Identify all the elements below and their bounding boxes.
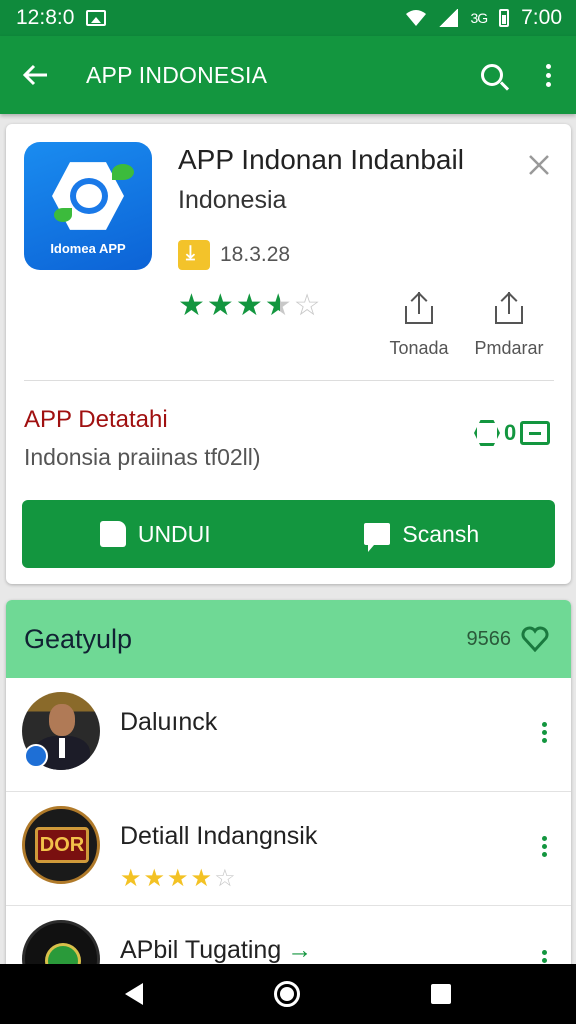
app-publisher[interactable]: Indonesia	[178, 186, 286, 215]
star-icon: ★	[120, 865, 142, 892]
message-icon	[520, 421, 551, 445]
nav-back-icon[interactable]	[125, 983, 144, 1005]
share-label-1: Tonada	[389, 338, 449, 358]
network-type-label: 3G	[470, 10, 488, 26]
star-icon: ★	[190, 865, 213, 892]
app-name: APP Indonan Indanbail	[178, 144, 464, 175]
details-badge-value: 0	[504, 420, 517, 445]
list-item-title-group: APbil Tugating →	[120, 936, 312, 965]
section-header: Geatyulp 9566	[6, 600, 571, 678]
more-options-button[interactable]	[520, 36, 576, 114]
install-button-label: UNDUI	[137, 520, 211, 547]
download-count: 18.3.28	[220, 243, 291, 266]
star-icon: ★	[167, 865, 189, 892]
photo-notification-icon	[86, 10, 107, 26]
related-section-card: Geatyulp 9566 Daluınck DOR Detiall Indan…	[6, 600, 571, 980]
share-button-2[interactable]: Pmdarar	[464, 292, 554, 359]
signal-icon	[438, 9, 459, 27]
verified-badge-icon	[24, 744, 48, 768]
app-bar: APP INDONESIA	[0, 36, 576, 114]
thumbs-up-icon	[99, 521, 126, 547]
status-bar: 12:8:0 3G 7:00	[0, 0, 576, 36]
app-icon-label: Idomea APP	[50, 241, 126, 256]
more-vert-icon[interactable]	[542, 722, 547, 743]
list-item-title: Detiall Indangnsik	[120, 822, 318, 850]
star-icon: ★	[178, 289, 205, 322]
star-icon: ★	[206, 289, 234, 322]
install-button[interactable]: UNDUI	[22, 500, 289, 568]
hexagon-icon	[474, 420, 500, 446]
app-info-card: Idomea APP APP Indonan Indanbail Indones…	[6, 124, 571, 584]
section-title: Geatyulp	[24, 623, 133, 654]
app-bar-title: APP INDONESIA	[86, 61, 268, 88]
nav-home-icon[interactable]	[273, 981, 300, 1007]
share-label-2: Pmdarar	[474, 338, 544, 358]
arrow-back-icon[interactable]	[0, 36, 72, 114]
search-icon	[481, 64, 503, 86]
scan-button[interactable]: Scansh	[289, 500, 556, 568]
download-count-row: 18.3.28	[178, 240, 290, 270]
app-icon: Idomea APP	[24, 142, 152, 270]
section-count: 9566	[466, 627, 512, 650]
divider	[24, 380, 554, 381]
status-time: 12:8:0	[16, 6, 75, 29]
nav-recents-icon[interactable]	[430, 984, 451, 1004]
chat-icon	[364, 523, 391, 552]
share-icon	[405, 292, 433, 324]
avatar: DOR	[22, 806, 100, 884]
star-icon: ★	[235, 289, 263, 322]
status-clock: 7:00	[521, 6, 562, 29]
details-subtitle: Indonsia praiinas tf02ll)	[24, 444, 261, 470]
battery-icon	[499, 9, 510, 27]
download-icon	[178, 240, 210, 270]
share-icon	[495, 292, 523, 324]
section-count-group[interactable]: 9566	[467, 626, 550, 652]
heart-icon	[521, 626, 549, 652]
app-rating-stars: ★ ★ ★ ★ ☆	[178, 288, 321, 323]
list-item-title: Daluınck	[120, 708, 218, 736]
details-badges[interactable]: 0	[474, 420, 551, 446]
list-item-rating: ★ ★ ★ ★ ☆	[120, 864, 236, 893]
star-empty-icon: ☆	[293, 289, 321, 322]
star-icon: ★	[143, 865, 166, 892]
system-nav-bar	[0, 964, 576, 1024]
scan-button-label: Scansh	[402, 520, 480, 547]
wifi-icon	[406, 9, 427, 27]
chevron-icon[interactable]	[528, 152, 550, 183]
star-half-icon: ★	[264, 289, 292, 322]
search-button[interactable]	[464, 36, 520, 114]
more-vert-icon	[545, 63, 551, 87]
star-empty-icon: ☆	[214, 865, 236, 892]
more-vert-icon[interactable]	[542, 836, 547, 857]
details-title: APP Detatahi	[24, 406, 168, 433]
share-button-1[interactable]: Tonada	[374, 292, 464, 359]
list-item-title: APbil Tugating	[120, 936, 282, 964]
arrow-right-icon: →	[287, 936, 313, 964]
list-item[interactable]: Daluınck	[6, 678, 571, 792]
primary-action-bar: UNDUI Scansh	[22, 500, 555, 568]
avatar-emblem-text: DOR	[35, 827, 89, 863]
list-item[interactable]: DOR Detiall Indangnsik ★ ★ ★ ★ ☆	[6, 792, 571, 906]
